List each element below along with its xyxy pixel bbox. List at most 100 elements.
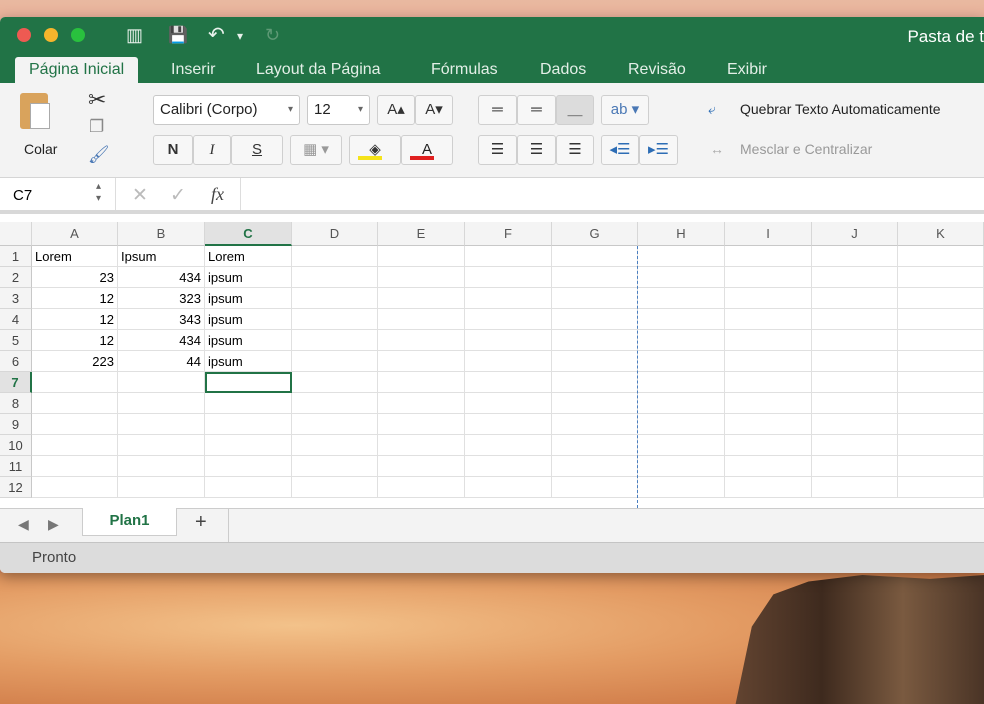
formula-input[interactable] (240, 178, 984, 210)
row-header[interactable]: 6 (0, 351, 32, 372)
paste-label[interactable]: Colar (24, 141, 57, 157)
align-middle-button[interactable]: ═ (517, 95, 556, 125)
cell-f11[interactable] (465, 456, 552, 477)
column-header-b[interactable]: B (118, 222, 205, 246)
redo-icon[interactable]: ↻ (265, 25, 280, 46)
cell-i6[interactable] (725, 351, 812, 372)
cell-k11[interactable] (898, 456, 984, 477)
cell-c2[interactable]: ipsum (205, 267, 292, 288)
cell-c3[interactable]: ipsum (205, 288, 292, 309)
cell-g10[interactable] (552, 435, 638, 456)
align-left-button[interactable]: ☰ (478, 135, 517, 165)
cell-c4[interactable]: ipsum (205, 309, 292, 330)
cell-c10[interactable] (205, 435, 292, 456)
cell-c11[interactable] (205, 456, 292, 477)
cell-h12[interactable] (638, 477, 725, 498)
cell-f12[interactable] (465, 477, 552, 498)
underline-button[interactable]: S (231, 135, 283, 165)
cell-i1[interactable] (725, 246, 812, 267)
row-header[interactable]: 7 (0, 372, 32, 393)
cell-d5[interactable] (292, 330, 378, 351)
cell-e10[interactable] (378, 435, 465, 456)
cell-d3[interactable] (292, 288, 378, 309)
undo-icon[interactable]: ↶ (208, 22, 225, 47)
cell-d9[interactable] (292, 414, 378, 435)
cell-j5[interactable] (812, 330, 898, 351)
column-header-c[interactable]: C (205, 222, 292, 246)
cell-g3[interactable] (552, 288, 638, 309)
cell-b1[interactable]: Ipsum (118, 246, 205, 267)
cancel-icon[interactable]: ✕ (132, 184, 148, 207)
column-header-g[interactable]: G (552, 222, 638, 246)
cell-c8[interactable] (205, 393, 292, 414)
cell-e3[interactable] (378, 288, 465, 309)
cell-j3[interactable] (812, 288, 898, 309)
function-icon[interactable]: fx (211, 184, 224, 205)
copy-icon[interactable]: ❐ (89, 117, 104, 137)
cell-g7[interactable] (552, 372, 638, 393)
cell-f7[interactable] (465, 372, 552, 393)
cell-c5[interactable]: ipsum (205, 330, 292, 351)
row-header[interactable]: 8 (0, 393, 32, 414)
cell-h10[interactable] (638, 435, 725, 456)
cell-e5[interactable] (378, 330, 465, 351)
minimize-button[interactable] (44, 28, 58, 42)
cell-b8[interactable] (118, 393, 205, 414)
cell-e8[interactable] (378, 393, 465, 414)
cell-k5[interactable] (898, 330, 984, 351)
cell-k7[interactable] (898, 372, 984, 393)
cell-h9[interactable] (638, 414, 725, 435)
cell-a7[interactable] (32, 372, 118, 393)
zoom-button[interactable] (71, 28, 85, 42)
cell-f1[interactable] (465, 246, 552, 267)
cell-a10[interactable] (32, 435, 118, 456)
cell-k4[interactable] (898, 309, 984, 330)
tab-layout[interactable]: Layout da Página (250, 59, 387, 83)
grow-font-button[interactable]: A▴ (377, 95, 415, 125)
cell-g1[interactable] (552, 246, 638, 267)
tab-dados[interactable]: Dados (534, 59, 592, 83)
cell-a12[interactable] (32, 477, 118, 498)
column-header-k[interactable]: K (898, 222, 984, 246)
cell-a8[interactable] (32, 393, 118, 414)
cell-j1[interactable] (812, 246, 898, 267)
cell-d12[interactable] (292, 477, 378, 498)
column-header-d[interactable]: D (292, 222, 378, 246)
cell-d4[interactable] (292, 309, 378, 330)
cell-h6[interactable] (638, 351, 725, 372)
font-size-select[interactable]: 12 ▾ (307, 95, 370, 125)
sheet-tab-plan1[interactable]: Plan1 (82, 508, 177, 536)
cell-j4[interactable] (812, 309, 898, 330)
cell-a3[interactable]: 12 (32, 288, 118, 309)
cell-f3[interactable] (465, 288, 552, 309)
cell-i7[interactable] (725, 372, 812, 393)
column-header-e[interactable]: E (378, 222, 465, 246)
cell-b2[interactable]: 434 (118, 267, 205, 288)
close-button[interactable] (17, 28, 31, 42)
cell-i5[interactable] (725, 330, 812, 351)
column-header-a[interactable]: A (32, 222, 118, 246)
cell-e11[interactable] (378, 456, 465, 477)
cell-g4[interactable] (552, 309, 638, 330)
cell-h2[interactable] (638, 267, 725, 288)
cell-j12[interactable] (812, 477, 898, 498)
column-header-f[interactable]: F (465, 222, 552, 246)
cell-j10[interactable] (812, 435, 898, 456)
align-center-button[interactable]: ☰ (517, 135, 556, 165)
wrap-text-button[interactable]: Quebrar Texto Automaticamente (740, 101, 941, 117)
cell-d11[interactable] (292, 456, 378, 477)
cell-k1[interactable] (898, 246, 984, 267)
tab-exibir[interactable]: Exibir (721, 59, 773, 83)
merge-center-button[interactable]: Mesclar e Centralizar (740, 141, 872, 157)
cell-f2[interactable] (465, 267, 552, 288)
cell-e7[interactable] (378, 372, 465, 393)
cell-d8[interactable] (292, 393, 378, 414)
cell-g5[interactable] (552, 330, 638, 351)
cell-f5[interactable] (465, 330, 552, 351)
cell-h1[interactable] (638, 246, 725, 267)
cell-h5[interactable] (638, 330, 725, 351)
cell-b3[interactable]: 323 (118, 288, 205, 309)
cell-j8[interactable] (812, 393, 898, 414)
cell-g2[interactable] (552, 267, 638, 288)
cell-e6[interactable] (378, 351, 465, 372)
